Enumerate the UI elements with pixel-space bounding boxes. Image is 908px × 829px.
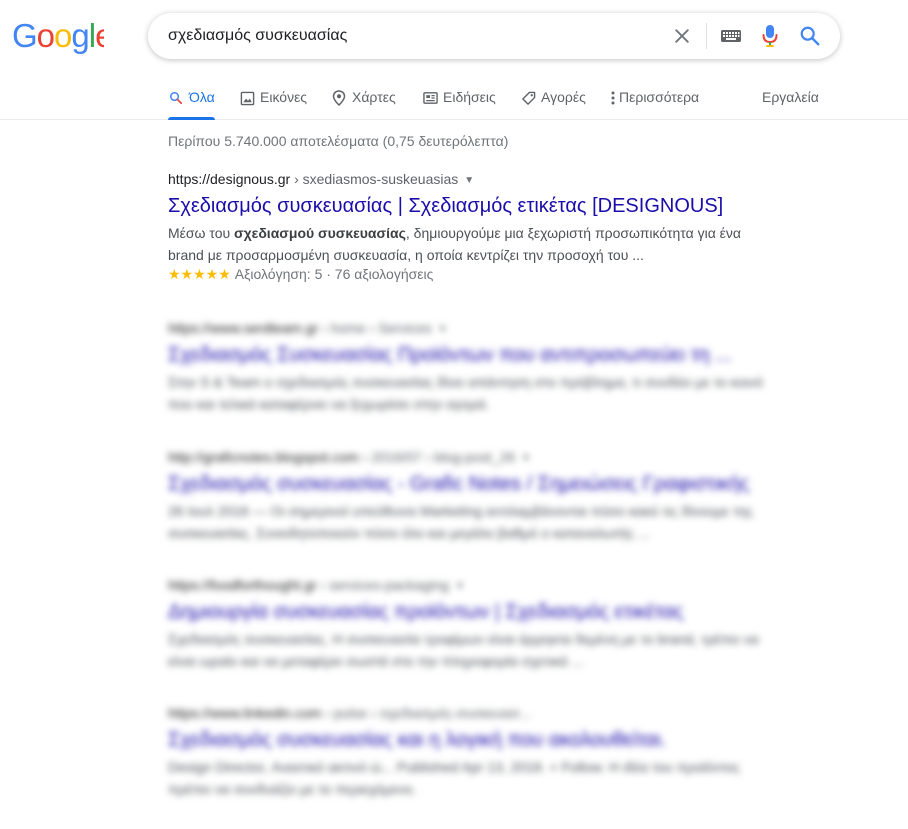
tab-shopping-label: Αγορές bbox=[541, 89, 586, 105]
search-result: https://www.serdteam.gr › home › Service… bbox=[168, 320, 768, 415]
result-breadcrumb: › services-packaging bbox=[316, 577, 449, 593]
result-title[interactable]: Σχεδιασμός συσκευασίας | Σχεδιασμός ετικ… bbox=[168, 195, 768, 218]
svg-text:Google: Google bbox=[12, 18, 104, 54]
tools-button[interactable]: Εργαλεία bbox=[762, 76, 819, 120]
star-rating-icon: ★★★★★ bbox=[168, 266, 231, 282]
snippet-highlight: σχεδιασμού συσκευασίας bbox=[234, 225, 406, 241]
search-result: http://graficnotes.blogspot.com › 2016/0… bbox=[168, 449, 768, 544]
result-domain: https://designous.gr bbox=[168, 171, 291, 187]
result-url[interactable]: http://graficnotes.blogspot.com › 2016/0… bbox=[168, 449, 768, 465]
tab-all[interactable]: Όλα bbox=[168, 76, 215, 120]
result-breadcrumb: › 2016/07 › blog-post_26 bbox=[358, 449, 516, 465]
caret-down-icon[interactable]: ▼ bbox=[464, 175, 474, 186]
result-domain: http://graficnotes.blogspot.com bbox=[168, 449, 359, 465]
search-input[interactable] bbox=[168, 21, 668, 51]
search-tabs: Όλα Εικόνες Χάρτες Ειδήσεις Αγορές Περισ… bbox=[0, 76, 908, 120]
result-snippet: 26 Ιουλ 2016 — Οι σημερινοί υπεύθυνοι Ma… bbox=[168, 503, 754, 541]
result-domain: https://www.serdteam.gr bbox=[168, 320, 319, 336]
result-url[interactable]: https://www.linkedin.com › pulse › σχεδι… bbox=[168, 705, 768, 721]
tag-icon bbox=[520, 90, 536, 106]
rating-text: Αξιολόγηση: 5 · 76 αξιολογήσεις bbox=[234, 266, 434, 282]
result-breadcrumb: › sxediasmos-suskeuasias bbox=[290, 171, 459, 187]
search-result: https://foodforthought.gr › services-pac… bbox=[168, 577, 768, 672]
searchbox-divider bbox=[706, 23, 707, 49]
tab-more-label: Περισσότερα bbox=[619, 89, 700, 105]
result-domain: https://foodforthought.gr bbox=[168, 577, 317, 593]
tab-images-label: Εικόνες bbox=[260, 89, 308, 105]
result-snippet: Στην S & Team ο σχεδιασμός συσκευασίας δ… bbox=[168, 374, 764, 412]
keyboard-icon[interactable] bbox=[719, 24, 743, 48]
search-icon bbox=[168, 90, 184, 106]
tab-more[interactable]: Περισσότερα bbox=[609, 76, 699, 120]
tools-label: Εργαλεία bbox=[762, 89, 819, 105]
result-breadcrumb: › home › Services bbox=[318, 320, 432, 336]
tab-news[interactable]: Ειδήσεις bbox=[422, 76, 496, 120]
search-result: https://www.linkedin.com › pulse › σχεδι… bbox=[168, 705, 768, 800]
result-snippet: Σχεδιασμός συσκευασίας. Η συσκευασία τρο… bbox=[168, 631, 759, 669]
news-icon bbox=[422, 90, 438, 106]
result-snippet: Μέσω του σχεδιασμού συσκευασίας, δημιουρ… bbox=[168, 222, 768, 266]
result-snippet: Design Director, Ανεκτικό ακτινό ώ... Pu… bbox=[168, 759, 740, 797]
close-icon[interactable] bbox=[670, 24, 694, 48]
result-url[interactable]: https://www.serdteam.gr › home › Service… bbox=[168, 320, 768, 336]
result-url[interactable]: https://foodforthought.gr › services-pac… bbox=[168, 577, 768, 593]
search-icon[interactable] bbox=[798, 24, 822, 48]
result-domain: https://www.linkedin.com bbox=[168, 705, 322, 721]
caret-down-icon[interactable]: ▼ bbox=[438, 324, 448, 335]
tab-maps[interactable]: Χάρτες bbox=[331, 76, 396, 120]
snippet-text: Μέσω του bbox=[168, 225, 235, 241]
result-url[interactable]: https://designous.gr › sxediasmos-suskeu… bbox=[168, 171, 768, 187]
microphone-icon[interactable] bbox=[758, 24, 782, 48]
tab-shopping[interactable]: Αγορές bbox=[520, 76, 586, 120]
search-box bbox=[148, 13, 840, 59]
search-result: https://designous.gr › sxediasmos-suskeu… bbox=[168, 171, 768, 283]
tab-maps-label: Χάρτες bbox=[352, 89, 396, 105]
result-rating: ★★★★★ Αξιολόγηση: 5 · 76 αξιολογήσεις bbox=[168, 266, 768, 283]
caret-down-icon[interactable]: ▼ bbox=[455, 581, 465, 592]
result-title[interactable]: Σχεδιασμός Συσκευασίας Προϊόντων που αντ… bbox=[168, 344, 768, 367]
caret-down-icon[interactable]: ▼ bbox=[521, 453, 531, 464]
result-title[interactable]: Σχεδιασμός συσκευασίας - Grafic Notes / … bbox=[168, 473, 768, 496]
image-icon bbox=[239, 90, 255, 106]
result-stats: Περίπου 5.740.000 αποτελέσματα (0,75 δευ… bbox=[168, 133, 509, 149]
result-title[interactable]: Σχεδιασμός συσκευασίας και η λογική που … bbox=[168, 729, 768, 752]
google-logo[interactable]: Google bbox=[12, 18, 104, 54]
map-pin-icon bbox=[331, 90, 347, 106]
result-breadcrumb: › pulse › σχεδιασμός-συσκευασ... bbox=[321, 705, 532, 721]
result-title[interactable]: Δημιουργία συσκευασίας προϊόντων | Σχεδι… bbox=[168, 601, 768, 624]
more-vert-icon bbox=[609, 90, 617, 106]
tab-news-label: Ειδήσεις bbox=[443, 89, 496, 105]
tab-images[interactable]: Εικόνες bbox=[239, 76, 307, 120]
tab-all-label: Όλα bbox=[189, 89, 215, 105]
